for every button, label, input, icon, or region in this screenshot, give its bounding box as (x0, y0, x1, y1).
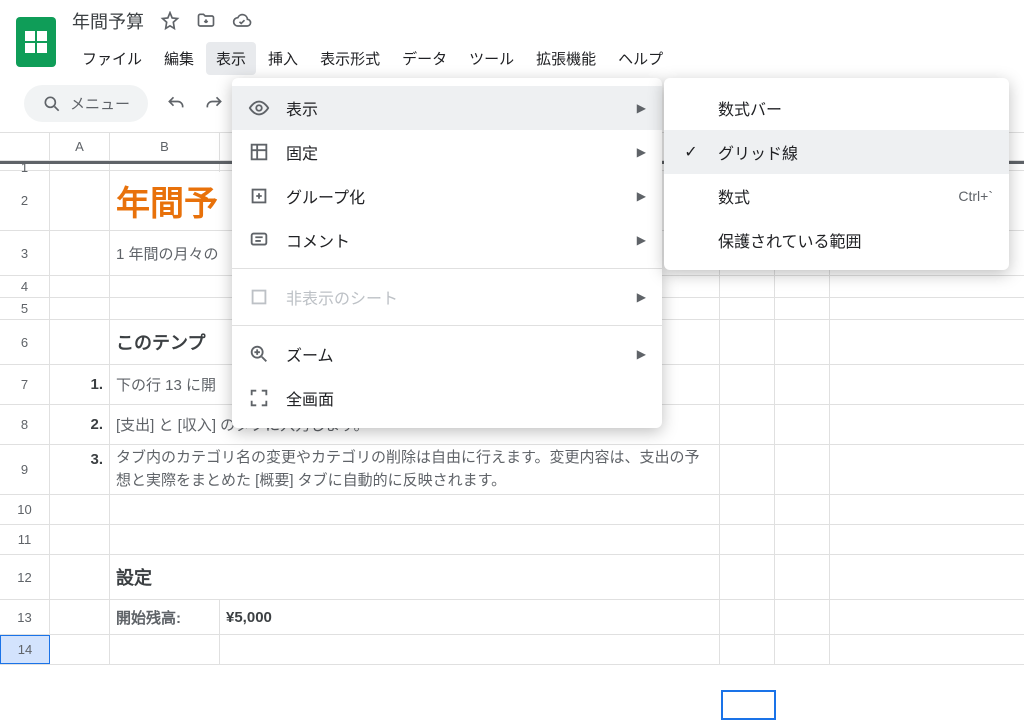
menu-item-zoom[interactable]: ズーム ▶ (232, 332, 662, 376)
menu-item-label: グリッド線 (718, 140, 993, 164)
row-header[interactable]: 4 (0, 276, 50, 297)
submenu-item-formula-bar[interactable]: 数式バー (664, 86, 1009, 130)
comment-icon (248, 229, 270, 251)
menu-separator (232, 268, 662, 269)
star-icon[interactable] (160, 11, 180, 31)
menu-item-label: 全画面 (286, 386, 646, 410)
menu-item-fullscreen[interactable]: 全画面 (232, 376, 662, 420)
cell-balance-value[interactable]: ¥5,000 (220, 600, 720, 634)
chevron-right-icon: ▶ (637, 233, 646, 247)
menu-extensions[interactable]: 拡張機能 (526, 42, 606, 75)
redo-icon[interactable] (204, 94, 224, 114)
submenu-item-protected-ranges[interactable]: 保護されている範囲 (664, 218, 1009, 262)
menu-separator (232, 325, 662, 326)
group-icon (248, 185, 270, 207)
row-header[interactable]: 5 (0, 298, 50, 319)
menu-item-label: グループ化 (286, 184, 621, 208)
row-header[interactable]: 3 (0, 231, 50, 275)
chevron-right-icon: ▶ (637, 189, 646, 203)
submenu-item-formulae[interactable]: 数式 Ctrl+` (664, 174, 1009, 218)
move-folder-icon[interactable] (196, 11, 216, 31)
menu-help[interactable]: ヘルプ (608, 42, 673, 75)
cell-text3[interactable]: タブ内のカテゴリ名の変更やカテゴリの削除は自由に行えます。変更内容は、支出の予想… (110, 445, 720, 494)
menubar: ファイル 編集 表示 挿入 表示形式 データ ツール 拡張機能 ヘルプ (72, 42, 673, 75)
row-header[interactable]: 1 (0, 164, 50, 170)
sheets-logo[interactable] (16, 17, 56, 67)
menu-item-label: 保護されている範囲 (718, 228, 993, 252)
menu-tools[interactable]: ツール (459, 42, 524, 75)
menu-item-label: 固定 (286, 140, 621, 164)
search-icon (42, 94, 62, 114)
cell-balance-label[interactable]: 開始残高: (110, 600, 220, 634)
menu-insert[interactable]: 挿入 (258, 42, 308, 75)
chevron-right-icon: ▶ (637, 145, 646, 159)
chevron-right-icon: ▶ (637, 101, 646, 115)
menu-data[interactable]: データ (392, 42, 457, 75)
menu-edit[interactable]: 編集 (154, 42, 204, 75)
freeze-icon (248, 141, 270, 163)
eye-icon (248, 97, 270, 119)
menu-format[interactable]: 表示形式 (310, 42, 390, 75)
row-header[interactable]: 8 (0, 405, 50, 444)
menu-item-show[interactable]: 表示 ▶ (232, 86, 662, 130)
keyboard-shortcut: Ctrl+` (958, 188, 993, 204)
undo-icon[interactable] (166, 94, 186, 114)
menu-item-freeze[interactable]: 固定 ▶ (232, 130, 662, 174)
row-header[interactable]: 11 (0, 525, 50, 554)
cell-num2[interactable]: 2. (50, 405, 110, 444)
menu-item-label: ズーム (286, 342, 621, 366)
row-header[interactable]: 10 (0, 495, 50, 524)
view-menu-popup: 表示 ▶ 固定 ▶ グループ化 ▶ コメント ▶ 非表示のシート ▶ ズーム ▶… (232, 78, 662, 428)
hidden-sheet-icon (248, 286, 270, 308)
col-header-a[interactable]: A (50, 133, 110, 160)
zoom-icon (248, 343, 270, 365)
row-header[interactable]: 2 (0, 171, 50, 230)
titlebar: 年間予算 ファイル 編集 表示 挿入 表示形式 データ ツール 拡張機能 ヘルプ (0, 0, 1024, 75)
menu-item-comments[interactable]: コメント ▶ (232, 218, 662, 262)
row-header[interactable]: 12 (0, 555, 50, 599)
menu-file[interactable]: ファイル (72, 42, 152, 75)
menu-item-label: コメント (286, 228, 621, 252)
cell-num1[interactable]: 1. (50, 365, 110, 404)
cell-num3[interactable]: 3. (50, 445, 110, 494)
cell-settings[interactable]: 設定 (110, 555, 720, 599)
menu-item-group[interactable]: グループ化 ▶ (232, 174, 662, 218)
menu-search[interactable]: メニュー (24, 85, 148, 122)
menu-item-hidden-sheets: 非表示のシート ▶ (232, 275, 662, 319)
row-header[interactable]: 9 (0, 445, 50, 494)
cloud-saved-icon[interactable] (232, 11, 252, 31)
menu-view[interactable]: 表示 (206, 42, 256, 75)
show-submenu-popup: 数式バー ✓ グリッド線 数式 Ctrl+` 保護されている範囲 (664, 78, 1009, 270)
row-header[interactable]: 7 (0, 365, 50, 404)
chevron-right-icon: ▶ (637, 290, 646, 304)
row-header[interactable]: 14 (0, 635, 50, 664)
submenu-item-gridlines[interactable]: ✓ グリッド線 (664, 130, 1009, 174)
menu-item-label: 非表示のシート (286, 285, 621, 309)
row-header[interactable]: 13 (0, 600, 50, 634)
row-header[interactable]: 6 (0, 320, 50, 364)
active-cell-indicator (721, 690, 776, 720)
menu-search-placeholder: メニュー (70, 93, 130, 114)
col-header-b[interactable]: B (110, 133, 220, 160)
menu-item-label: 数式 (718, 184, 942, 208)
check-icon: ✓ (680, 142, 702, 162)
menu-item-label: 数式バー (718, 96, 993, 120)
fullscreen-icon (248, 387, 270, 409)
document-title[interactable]: 年間予算 (72, 8, 144, 34)
chevron-right-icon: ▶ (637, 347, 646, 361)
menu-item-label: 表示 (286, 96, 621, 120)
